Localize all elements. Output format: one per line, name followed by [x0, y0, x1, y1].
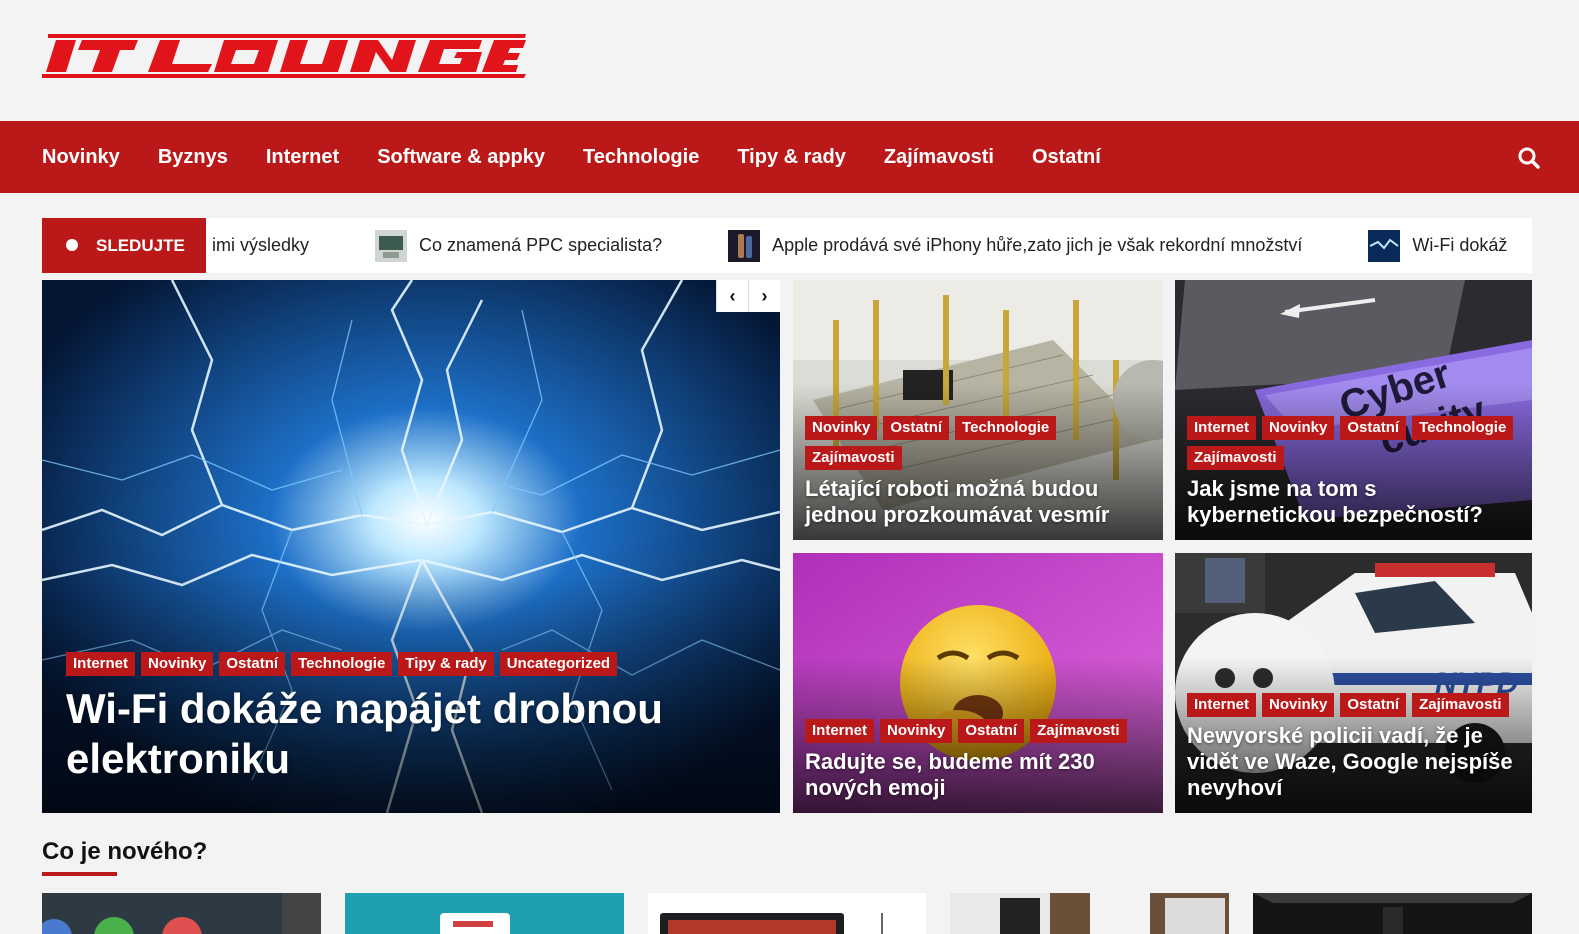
ticker-thumbnail [728, 229, 761, 262]
chevron-right-icon[interactable]: › [748, 280, 780, 312]
post-card[interactable]: Internet Novinky Ostatní Zajímavosti Rad… [793, 553, 1163, 813]
latest-posts [42, 893, 1532, 934]
post-card[interactable]: Novinky Ostatní Technologie Zajímavosti … [793, 280, 1163, 540]
category-tag[interactable]: Zajímavosti [805, 446, 902, 470]
category-tag[interactable]: Novinky [880, 719, 953, 743]
ticker-item[interactable]: Co znamená PPC specialista? [375, 229, 662, 262]
nav-item-technologie[interactable]: Technologie [583, 146, 699, 169]
ticker-item[interactable]: imi výsledky [212, 235, 309, 256]
featured-title[interactable]: Wi-Fi dokáže napájet drobnou elektroniku [66, 684, 716, 784]
card-categories: Novinky Ostatní Technologie Zajímavosti [805, 416, 1151, 470]
news-ticker: SLEDUJTE imi výsledky Co znamená PPC spe… [42, 218, 1532, 273]
live-dot-icon [66, 239, 78, 251]
ticker-thumbnail [1368, 229, 1401, 262]
post-thumbnail[interactable] [42, 893, 321, 934]
ticker-item[interactable]: Apple prodává své iPhony hůře,zato jich … [728, 229, 1302, 262]
category-tag[interactable]: Ostatní [958, 719, 1025, 743]
chevron-left-icon[interactable]: ‹ [716, 280, 748, 312]
ticker-item-text[interactable]: Apple prodává své iPhony hůře,zato jich … [772, 235, 1302, 256]
category-tag[interactable]: Internet [805, 719, 875, 743]
nav-item-novinky[interactable]: Novinky [42, 146, 120, 169]
nav-item-internet[interactable]: Internet [266, 146, 339, 169]
category-tag[interactable]: Zajímavosti [1412, 693, 1509, 717]
post-thumbnail[interactable] [344, 893, 624, 934]
card-title[interactable]: Newyorské policii vadí, že je vidět ve W… [1187, 723, 1520, 801]
card-categories: Internet Novinky Ostatní Zajímavosti [1187, 693, 1520, 717]
post-card[interactable]: NYPD Internet Novinky Ostatní Zajímavost… [1175, 553, 1532, 813]
category-tag[interactable]: Ostatní [883, 416, 950, 440]
category-tag[interactable]: Internet [66, 652, 136, 676]
it-lounge-logo [42, 34, 526, 78]
category-tag[interactable]: Novinky [805, 416, 878, 440]
category-tag[interactable]: Technologie [1412, 416, 1514, 440]
card-title[interactable]: Létající roboti možná budou jednou prozk… [805, 476, 1151, 528]
category-tag[interactable]: Internet [1187, 416, 1257, 440]
post-thumbnail[interactable] [647, 893, 927, 934]
main-nav: Novinky Byznys Internet Software & appky… [0, 121, 1579, 193]
card-categories: Internet Novinky Ostatní Technologie Zaj… [1187, 416, 1520, 470]
nav-item-ostatni[interactable]: Ostatní [1032, 146, 1101, 169]
post-thumbnail[interactable] [950, 893, 1230, 934]
ticker-label-text: SLEDUJTE [96, 235, 185, 255]
category-tag[interactable]: Technologie [291, 652, 393, 676]
site-logo[interactable] [42, 30, 526, 86]
ticker-label: SLEDUJTE [42, 218, 206, 273]
category-tag[interactable]: Ostatní [1340, 693, 1407, 717]
ticker-item-text[interactable]: imi výsledky [212, 235, 309, 256]
card-title[interactable]: Radujte se, budeme mít 230 nových emoji [805, 749, 1151, 801]
ticker-item-text[interactable]: Co znamená PPC specialista? [419, 235, 662, 256]
category-tag[interactable]: Zajímavosti [1187, 446, 1284, 470]
category-tag[interactable]: Uncategorized [499, 652, 618, 676]
search-icon[interactable] [1517, 146, 1541, 170]
category-tag[interactable]: Novinky [1262, 693, 1335, 717]
nav-item-tipy[interactable]: Tipy & rady [737, 146, 846, 169]
featured-categories: Internet Novinky Ostatní Technologie Tip… [66, 652, 618, 676]
category-tag[interactable]: Tipy & rady [398, 652, 494, 676]
card-categories: Internet Novinky Ostatní Zajímavosti [805, 719, 1151, 743]
category-tag[interactable]: Zajímavosti [1030, 719, 1127, 743]
category-tag[interactable]: Ostatní [1340, 416, 1407, 440]
card-title[interactable]: Jak jsme na tom s kybernetickou bezpečno… [1187, 476, 1520, 528]
ticker-item[interactable]: Wi-Fi dokáž [1368, 229, 1507, 262]
ticker-item-text[interactable]: Wi-Fi dokáž [1412, 235, 1507, 256]
section-title: Co je nového? [42, 838, 208, 865]
nav-item-software[interactable]: Software & appky [377, 146, 545, 169]
category-tag[interactable]: Novinky [141, 652, 214, 676]
featured-post[interactable]: ‹ › Internet Novinky Ostatní Technologie… [42, 280, 780, 813]
nav-item-zajimavosti[interactable]: Zajímavosti [884, 146, 994, 169]
category-tag[interactable]: Technologie [955, 416, 1057, 440]
category-tag[interactable]: Novinky [1262, 416, 1335, 440]
ticker-thumbnail [375, 229, 408, 262]
section-underline [42, 872, 117, 876]
category-tag[interactable]: Ostatní [219, 652, 286, 676]
nav-item-byznys[interactable]: Byznys [158, 146, 228, 169]
category-tag[interactable]: Internet [1187, 693, 1257, 717]
post-thumbnail[interactable] [1253, 893, 1532, 934]
post-card[interactable]: Cyber curity Internet Novinky Ostatní Te… [1175, 280, 1532, 540]
